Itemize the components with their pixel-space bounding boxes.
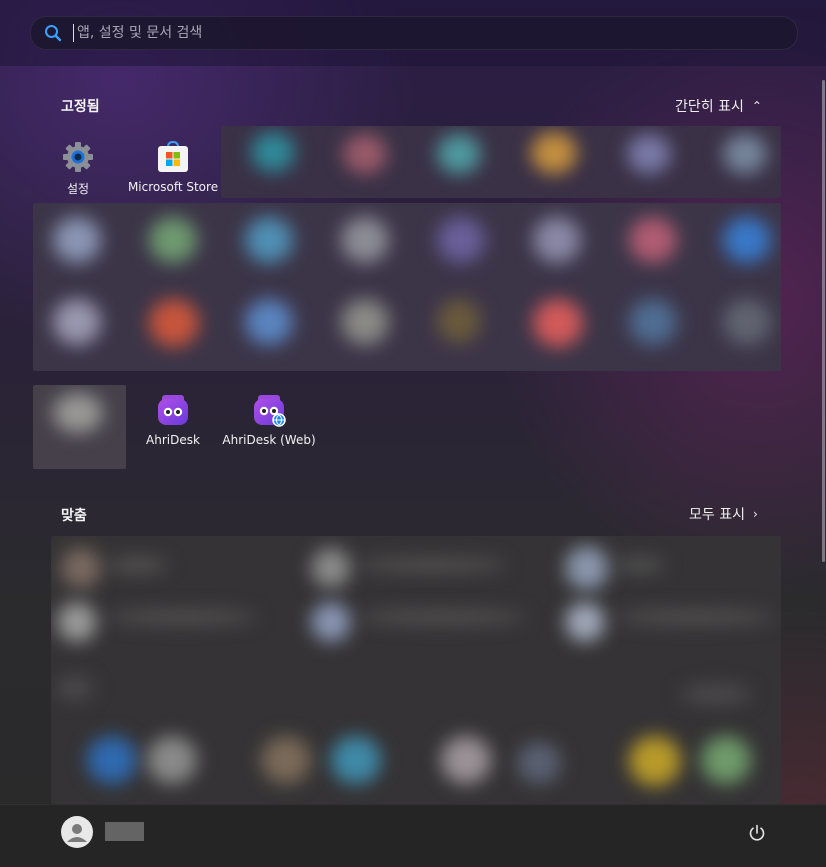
pinned-title: 고정됨: [61, 99, 100, 115]
pinned-app-settings[interactable]: 설정: [33, 140, 123, 210]
app-label: AhriDesk (Web): [222, 433, 316, 447]
app-label: 설정: [66, 182, 90, 196]
chevron-up-icon: ⌃: [751, 99, 762, 113]
blurred-pinned-app: [33, 385, 126, 469]
show-all-button[interactable]: 모두 표시 ›: [683, 501, 764, 527]
user-avatar[interactable]: [61, 816, 93, 848]
blurred-pinned-apps-grid: [33, 203, 781, 371]
text-caret: [73, 24, 74, 42]
search-input[interactable]: [75, 18, 769, 48]
username-redacted: [105, 822, 144, 841]
show-less-button[interactable]: 간단히 표시 ⌃: [669, 93, 768, 119]
gear-icon: [63, 142, 93, 172]
ahridesk-web-icon: [254, 395, 286, 427]
app-label: Microsoft Store: [127, 180, 219, 194]
power-icon[interactable]: [747, 823, 767, 843]
user-icon: [67, 824, 87, 842]
recommended-title: 맞춤: [61, 508, 87, 524]
ahridesk-icon: [158, 395, 188, 425]
store-icon: [158, 140, 188, 172]
show-all-label: 모두 표시: [689, 507, 745, 523]
pinned-app-microsoft-store[interactable]: Microsoft Store: [128, 140, 218, 210]
blurred-pinned-apps: [221, 126, 781, 198]
pinned-app-ahridesk[interactable]: AhriDesk: [128, 393, 218, 463]
show-less-label: 간단히 표시: [675, 99, 744, 115]
app-label: AhriDesk: [146, 433, 200, 447]
scrollbar[interactable]: [822, 80, 825, 562]
pinned-app-ahridesk-web[interactable]: AhriDesk (Web): [222, 393, 316, 463]
blurred-recommended-list: [51, 536, 781, 804]
chevron-right-icon: ›: [752, 507, 758, 521]
search-icon: [45, 25, 62, 42]
